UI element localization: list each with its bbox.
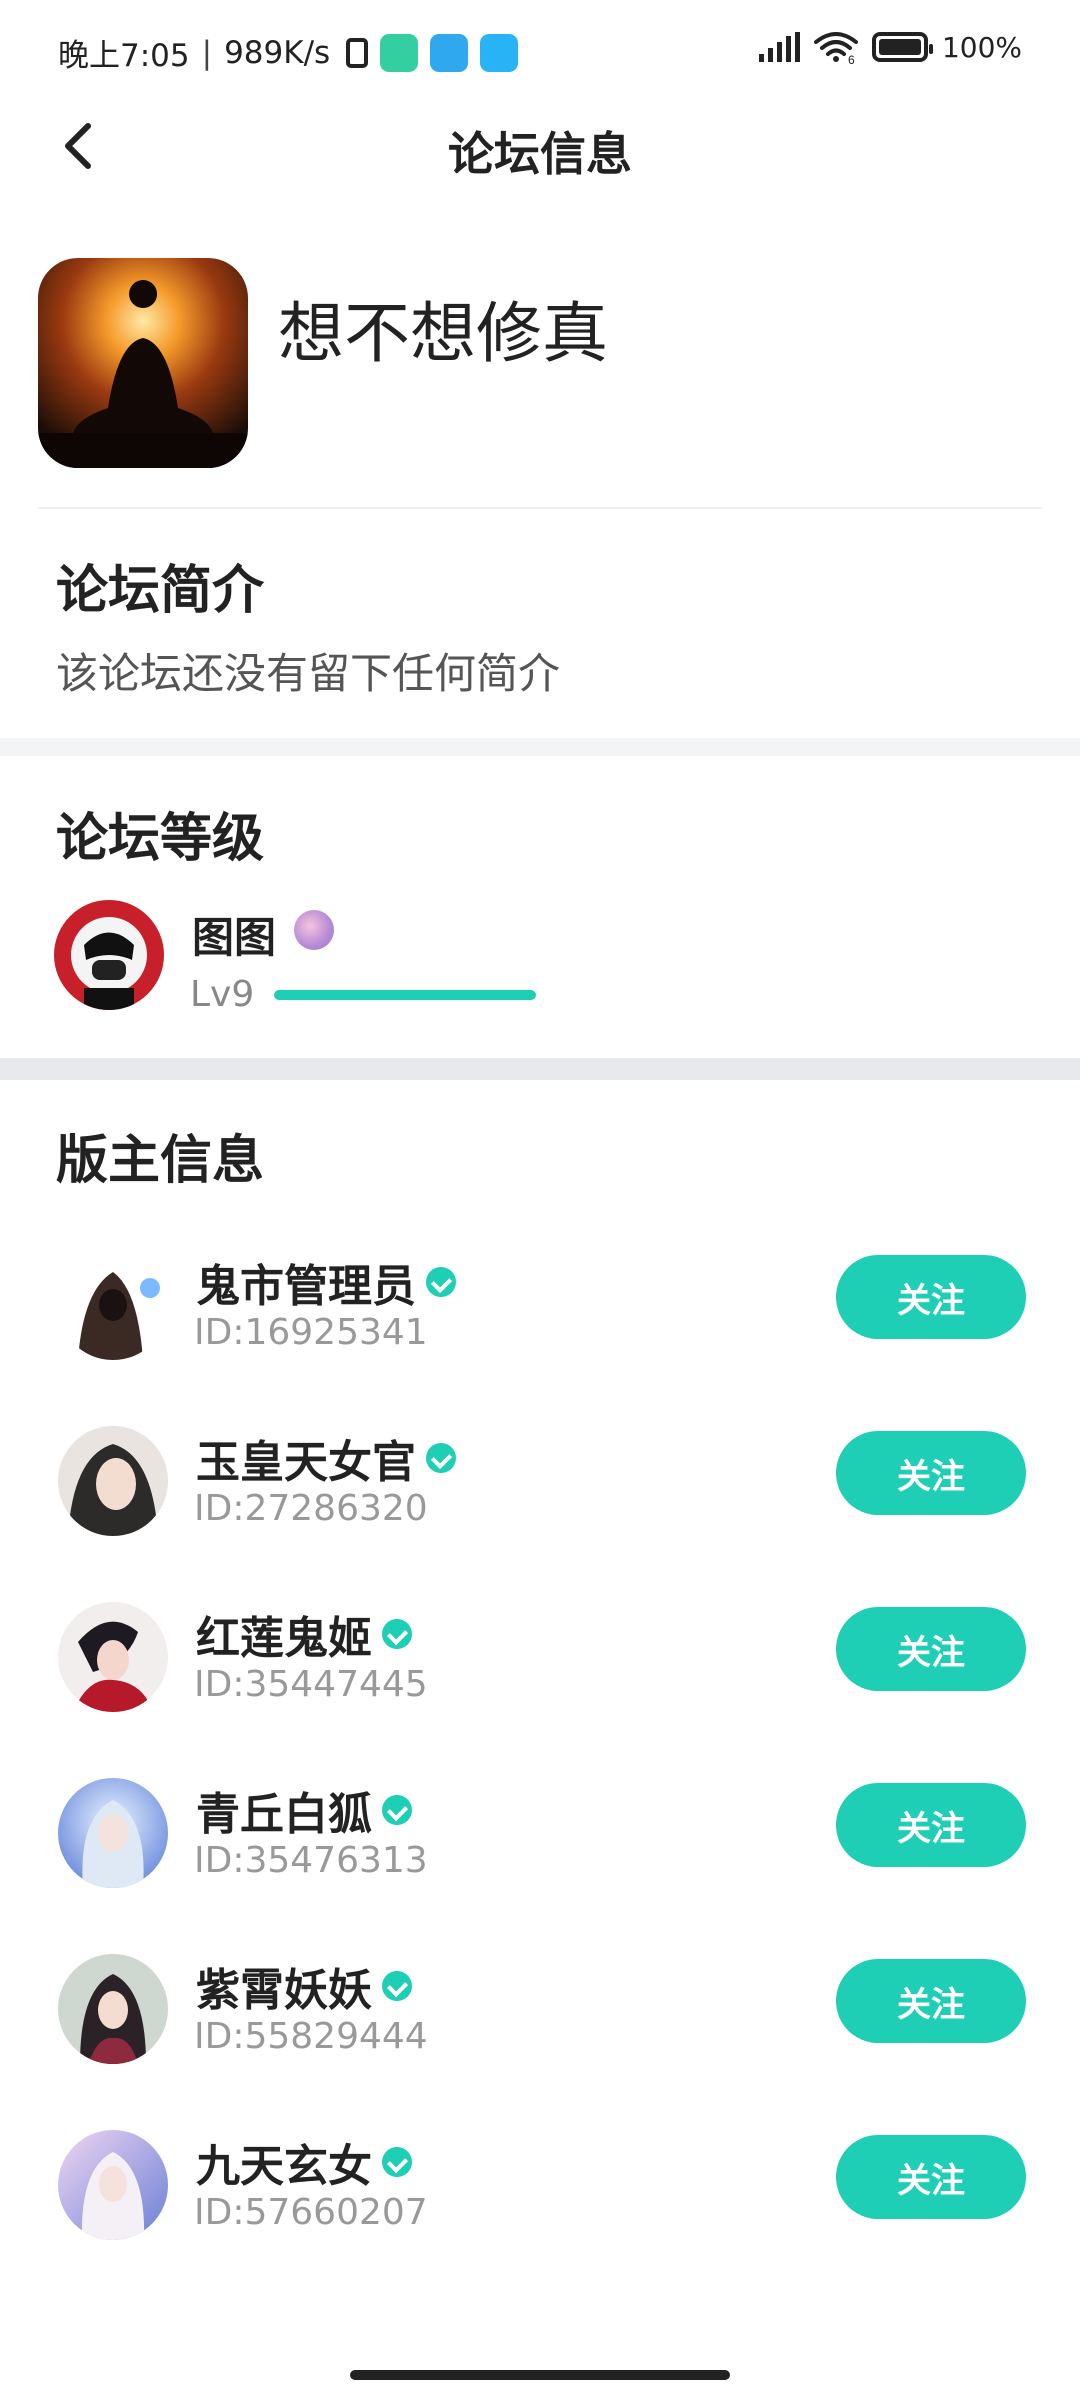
verified-icon <box>382 1795 412 1825</box>
network-badge: 6 <box>848 53 855 64</box>
verified-icon <box>382 2147 412 2177</box>
vibrate-icon <box>346 37 369 68</box>
user-avatar[interactable] <box>54 900 164 1010</box>
level-user-name: 图图 <box>192 913 277 962</box>
moderator-avatar[interactable] <box>58 1426 168 1536</box>
battery-percent: 100% <box>941 30 1022 64</box>
moderator-row[interactable]: 鬼市管理员 ID:16925341 关注 <box>56 1250 1026 1362</box>
level-row[interactable]: 图图 Lv9 <box>54 900 1034 1015</box>
forum-logo <box>38 258 248 468</box>
moderator-avatar[interactable] <box>58 1778 168 1888</box>
moderator-row[interactable]: 红莲鬼姬 ID:35447445 关注 <box>56 1602 1026 1714</box>
battery-icon <box>871 32 933 62</box>
moderator-name: 鬼市管理员 <box>196 1261 416 1312</box>
level-section-title: 论坛等级 <box>56 809 265 869</box>
level-label: Lv9 <box>190 974 255 1015</box>
follow-button[interactable]: 关注 <box>836 2135 1026 2219</box>
level-progress-bar <box>274 990 536 1000</box>
status-bar: 晚上7:05 | 989K/s 6 100% <box>0 0 1080 100</box>
moderator-row[interactable]: 青丘白狐 ID:35476313 关注 <box>56 1778 1026 1890</box>
signal-icon <box>758 32 800 62</box>
moderator-name: 红莲鬼姬 <box>196 1613 372 1664</box>
moderator-avatar[interactable] <box>58 2130 168 2240</box>
status-time: 晚上7:05 <box>58 38 190 74</box>
forum-header: 想不想修真 <box>38 258 1042 468</box>
moderator-avatar[interactable] <box>58 1602 168 1712</box>
moderator-name: 紫霄妖妖 <box>196 1965 372 2016</box>
home-indicator[interactable] <box>350 2370 730 2380</box>
moderator-id: ID:35447445 <box>194 1664 428 1705</box>
notification-app-icon <box>430 33 469 72</box>
moderators-section-title: 版主信息 <box>56 1131 265 1191</box>
level-progress-fill <box>274 990 536 1000</box>
moderator-id: ID:16925341 <box>194 1312 428 1353</box>
moderator-id: ID:27286320 <box>194 1488 428 1529</box>
section-divider <box>0 738 1080 756</box>
follow-button[interactable]: 关注 <box>836 1959 1026 2043</box>
section-divider <box>0 1058 1080 1080</box>
forum-name: 想不想修真 <box>278 295 608 372</box>
intro-section-title: 论坛简介 <box>56 561 265 621</box>
wifi-icon: 6 <box>813 32 858 64</box>
moderator-row[interactable]: 紫霄妖妖 ID:55829444 关注 <box>56 1954 1026 2066</box>
divider <box>38 507 1042 509</box>
moderator-id: ID:35476313 <box>194 1840 428 1881</box>
follow-button[interactable]: 关注 <box>836 1255 1026 1339</box>
nav-bar: 论坛信息 <box>0 100 1080 190</box>
notification-app-icon <box>380 33 419 72</box>
moderator-row[interactable]: 玉皇天女官 ID:27286320 关注 <box>56 1426 1026 1538</box>
moderator-id: ID:57660207 <box>194 2192 428 2233</box>
moderator-name: 青丘白狐 <box>196 1789 372 1840</box>
moderator-row[interactable]: 九天玄女 ID:57660207 关注 <box>56 2130 1026 2242</box>
follow-button[interactable]: 关注 <box>836 1783 1026 1867</box>
moderator-name: 九天玄女 <box>196 2141 372 2192</box>
status-separator: | <box>201 34 213 71</box>
verified-icon <box>382 1971 412 2001</box>
intro-text: 该论坛还没有留下任何简介 <box>56 649 561 698</box>
notification-app-icon <box>480 33 519 72</box>
page-title: 论坛信息 <box>448 127 632 181</box>
verified-icon <box>426 1267 456 1297</box>
user-badge-icon <box>294 910 334 950</box>
moderator-id: ID:55829444 <box>194 2016 428 2057</box>
follow-button[interactable]: 关注 <box>836 1607 1026 1691</box>
follow-button[interactable]: 关注 <box>836 1431 1026 1515</box>
verified-icon <box>382 1619 412 1649</box>
moderator-avatar[interactable] <box>58 1954 168 2064</box>
moderator-name: 玉皇天女官 <box>196 1437 416 1488</box>
verified-icon <box>426 1443 456 1473</box>
network-speed: 989K/s <box>224 34 331 71</box>
moderator-avatar[interactable] <box>58 1250 168 1360</box>
